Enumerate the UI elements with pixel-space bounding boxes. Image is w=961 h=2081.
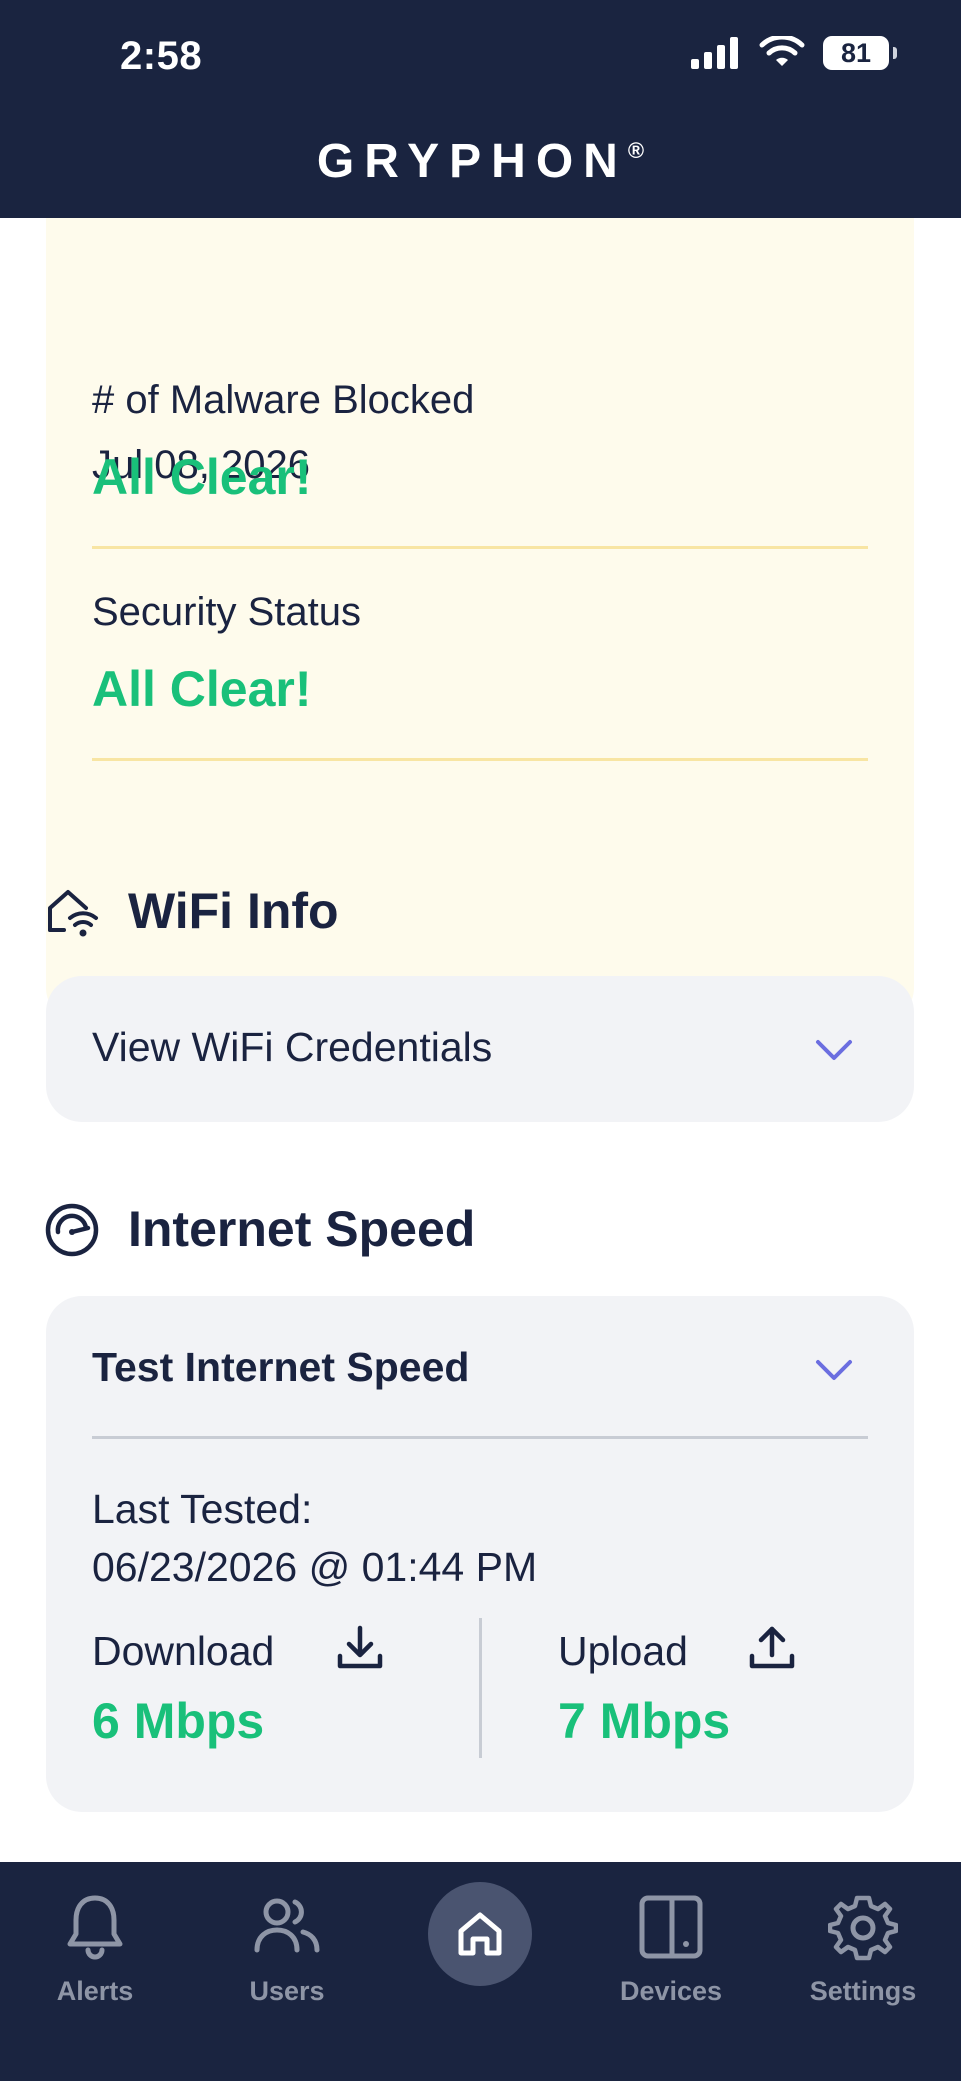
- wifi-credentials-label: View WiFi Credentials: [92, 1024, 493, 1070]
- divider: [92, 1436, 868, 1439]
- download-icon: [337, 1625, 383, 1669]
- divider: [479, 1618, 482, 1758]
- malware-blocked-value: All Clear!: [92, 449, 312, 505]
- download-label: Download: [92, 1628, 275, 1674]
- divider: [92, 546, 868, 549]
- security-status-value: All Clear!: [92, 661, 312, 717]
- nav-devices-label: Devices: [619, 1976, 723, 2006]
- nav-settings[interactable]: Settings: [788, 1884, 938, 2014]
- divider: [92, 758, 868, 761]
- nav-home[interactable]: [428, 1882, 532, 1986]
- app-header: 2:58 81 GRYPHON®: [0, 0, 961, 218]
- test-internet-speed-label[interactable]: Test Internet Speed: [92, 1344, 469, 1391]
- security-status-label: Security Status: [92, 590, 362, 634]
- upload-icon: [749, 1626, 795, 1669]
- internet-speed-title: Internet Speed: [128, 1201, 476, 1257]
- last-tested-label: Last Tested:: [92, 1486, 313, 1532]
- nav-alerts-label: Alerts: [56, 1976, 134, 2006]
- nav-devices[interactable]: Devices: [596, 1884, 746, 2014]
- cellular-signal-icon: [691, 37, 738, 69]
- speedometer-icon: [45, 1203, 99, 1257]
- gear-icon: [828, 1895, 898, 1961]
- bell-icon: [67, 1895, 123, 1960]
- logo-registered-mark: ®: [627, 138, 645, 163]
- wifi-icon: [759, 36, 805, 66]
- last-tested-value: 06/23/2026 @ 01:44 PM: [92, 1544, 538, 1590]
- internet-speed-card: Test Internet Speed Last Tested: 06/23/2…: [46, 1296, 914, 1812]
- malware-blocked-label: # of Malware Blocked: [92, 378, 475, 422]
- upload-label: Upload: [558, 1628, 688, 1674]
- status-icons: 81: [691, 36, 897, 70]
- nav-users[interactable]: Users: [212, 1884, 362, 2014]
- upload-speed-value: 7 Mbps: [558, 1693, 731, 1749]
- wifi-credentials-accordion[interactable]: View WiFi Credentials: [46, 976, 914, 1122]
- download-speed-value: 6 Mbps: [92, 1693, 265, 1749]
- app-logo: GRYPHON®: [0, 134, 961, 189]
- logo-text: GRYPHON: [316, 135, 628, 188]
- home-wifi-icon: [48, 890, 98, 937]
- main-content[interactable]: Jul 08, 2026 # of Malware Blocked All Cl…: [0, 218, 961, 1862]
- home-icon: [458, 1912, 502, 1956]
- users-icon: [254, 1898, 320, 1953]
- battery-indicator: 81: [823, 36, 897, 70]
- bottom-nav: Alerts Users Devices Settings: [0, 1862, 961, 2081]
- nav-alerts[interactable]: Alerts: [20, 1884, 170, 2014]
- chevron-down-icon[interactable]: [814, 1030, 854, 1070]
- status-time: 2:58: [120, 34, 203, 78]
- devices-icon: [639, 1895, 703, 1959]
- chevron-down-icon[interactable]: [814, 1350, 854, 1390]
- nav-settings-label: Settings: [809, 1976, 917, 2006]
- nav-users-label: Users: [249, 1976, 325, 2006]
- wifi-info-title: WiFi Info: [128, 883, 339, 939]
